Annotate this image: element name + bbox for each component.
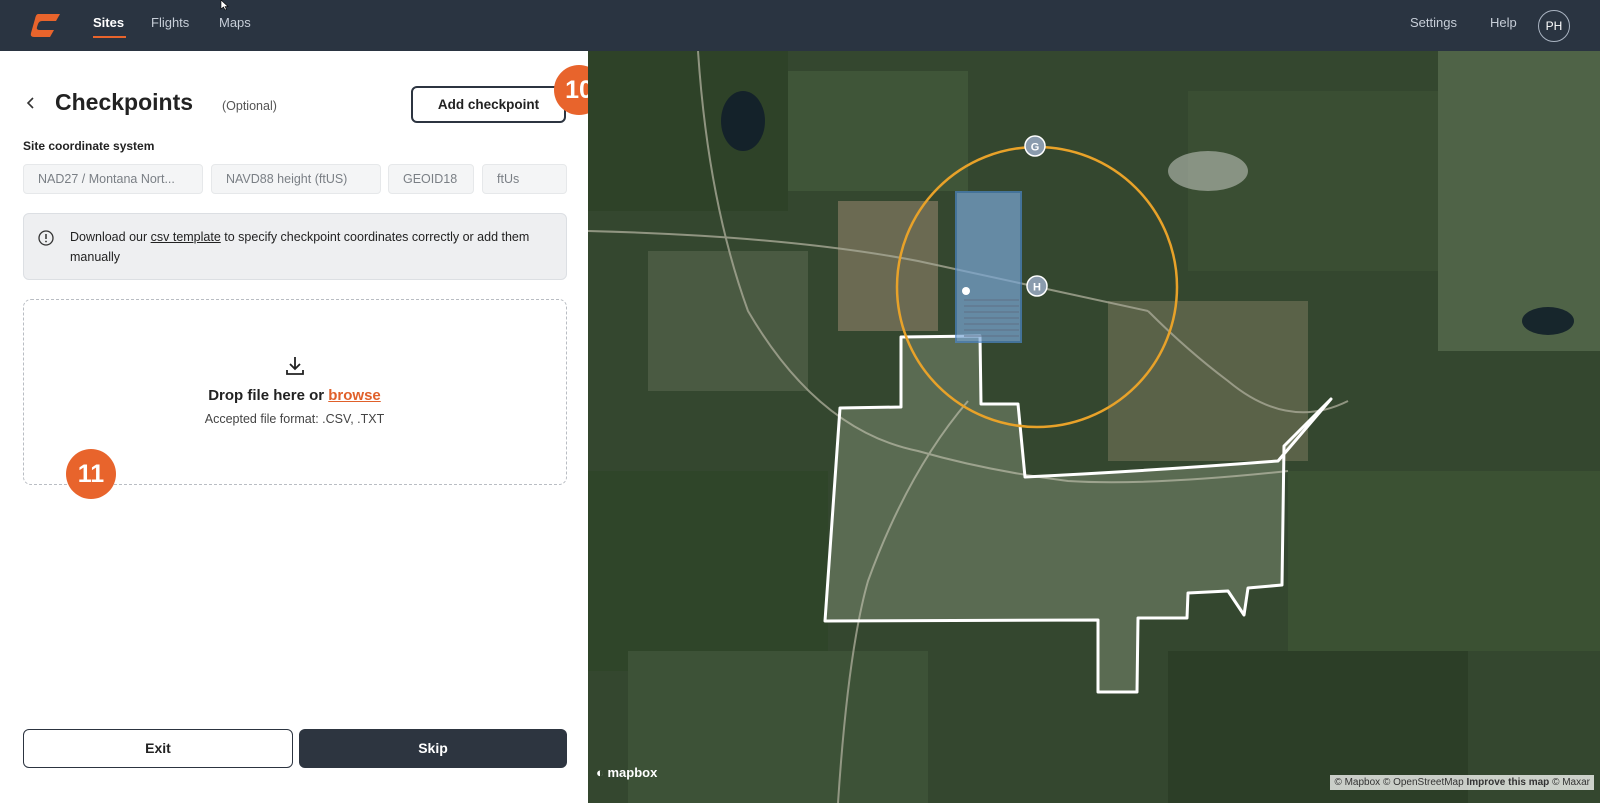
coordinate-system-label: Site coordinate system <box>23 139 155 153</box>
coordinate-chip-horizontal: NAD27 / Montana Nort... <box>23 164 203 194</box>
top-nav-bar: Sites Flights Maps Settings Help PH <box>0 0 1600 51</box>
satellite-map[interactable]: G H ◐ mapbox © Mapbox © OpenStreetMap Im… <box>588 51 1600 803</box>
step-badge-11: 11 <box>66 449 116 499</box>
coordinate-chip-geoid: GEOID18 <box>388 164 474 194</box>
drop-instructions: Drop file here or browse <box>24 387 565 404</box>
checkpoints-panel: Checkpoints (Optional) Add checkpoint 10… <box>0 51 604 803</box>
optional-label: (Optional) <box>222 99 277 113</box>
info-banner: Download our csv template to specify che… <box>23 213 567 280</box>
info-prefix: Download our <box>70 230 148 244</box>
page-title: Checkpoints <box>55 89 194 115</box>
nav-maps[interactable]: Maps <box>219 15 251 30</box>
attribution-text[interactable]: © Mapbox © OpenStreetMap <box>1334 777 1463 788</box>
marker-h-label: H <box>1033 282 1041 294</box>
flight-plan-area[interactable] <box>955 191 1022 343</box>
map-canvas[interactable]: G H <box>588 51 1600 803</box>
mapbox-logo[interactable]: ◐ mapbox <box>596 765 657 780</box>
mouse-cursor-icon <box>220 0 229 11</box>
accepted-formats: Accepted file format: .CSV, .TXT <box>204 412 385 426</box>
nav-sites[interactable]: Sites <box>93 15 124 30</box>
nav-settings[interactable]: Settings <box>1410 15 1457 30</box>
browse-link[interactable]: browse <box>328 387 381 404</box>
back-chevron-icon[interactable] <box>24 96 38 110</box>
map-attribution: © Mapbox © OpenStreetMap Improve this ma… <box>1330 775 1594 790</box>
nav-flights[interactable]: Flights <box>151 15 189 30</box>
info-text: Download our csv template to specify che… <box>70 227 550 267</box>
mapbox-logo-icon: ◐ <box>596 765 604 780</box>
maxar-attribution[interactable]: © Maxar <box>1552 777 1590 788</box>
marker-h[interactable]: H <box>1026 275 1048 297</box>
download-icon <box>286 357 304 375</box>
csv-template-link[interactable]: csv template <box>151 230 221 244</box>
marker-g-label: G <box>1031 142 1040 154</box>
add-checkpoint-button[interactable]: Add checkpoint <box>411 86 566 123</box>
drop-text: Drop file here or <box>208 387 325 404</box>
nav-active-indicator <box>93 36 126 38</box>
exit-button[interactable]: Exit <box>23 729 293 768</box>
brand-logo-icon[interactable] <box>30 12 64 38</box>
marker-g[interactable]: G <box>1024 135 1046 157</box>
user-avatar[interactable]: PH <box>1538 10 1570 42</box>
info-circle-icon <box>38 230 54 246</box>
nav-help[interactable]: Help <box>1490 15 1517 30</box>
improve-map-link[interactable]: Improve this map <box>1466 777 1549 788</box>
skip-button[interactable]: Skip <box>299 729 567 768</box>
coordinate-chip-vertical: NAVD88 height (ftUS) <box>211 164 381 194</box>
mapbox-logo-text: mapbox <box>607 765 658 780</box>
coordinate-chip-units: ftUs <box>482 164 567 194</box>
home-point-dot <box>962 287 970 295</box>
